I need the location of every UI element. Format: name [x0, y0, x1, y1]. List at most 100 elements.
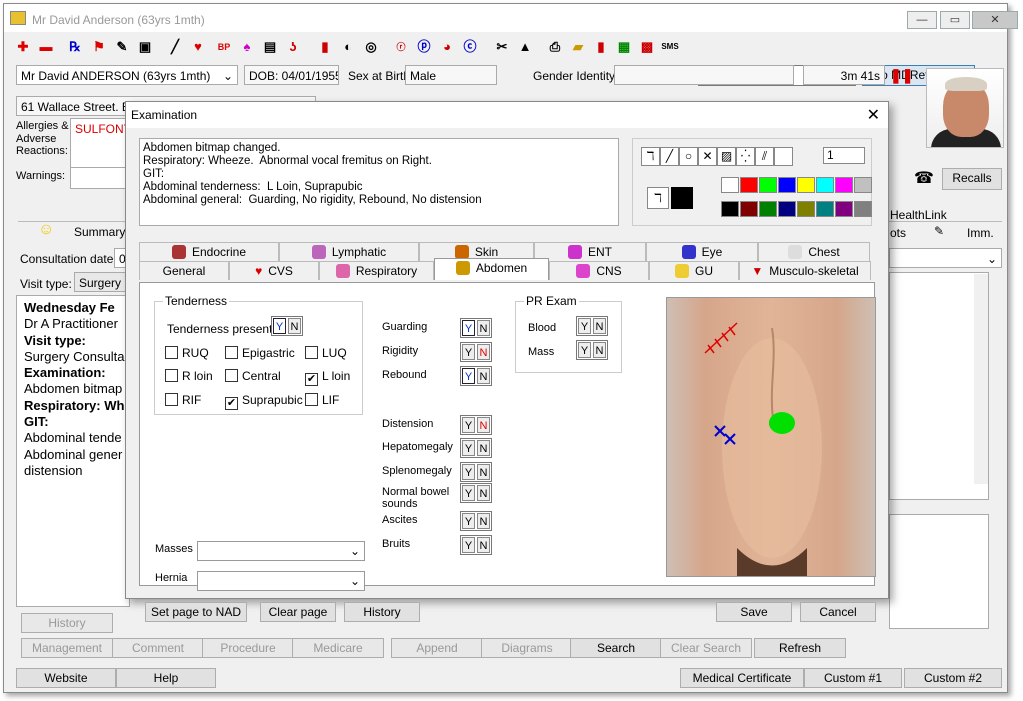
sms-icon[interactable]: SMS: [661, 38, 679, 56]
no-option[interactable]: N: [288, 318, 301, 334]
line-tool-icon[interactable]: ╱: [660, 147, 679, 166]
color-swatch[interactable]: [816, 201, 834, 217]
tenderness-checkbox[interactable]: Epigastric: [225, 346, 295, 360]
color-swatch[interactable]: [797, 201, 815, 217]
clipboard-icon[interactable]: ▤: [261, 38, 279, 56]
tab-cns[interactable]: CNS: [549, 261, 649, 280]
tab-lymphatic[interactable]: Lymphatic: [279, 242, 419, 261]
dialog-history-button[interactable]: History: [344, 602, 420, 622]
color-swatch[interactable]: [835, 201, 853, 217]
remove-icon[interactable]: ▬: [37, 38, 55, 56]
checkbox-box[interactable]: [165, 346, 178, 359]
tab-chest[interactable]: Chest: [758, 242, 870, 261]
yes-option[interactable]: Y: [462, 320, 475, 336]
yes-option[interactable]: Y: [462, 368, 475, 384]
cmi-icon[interactable]: ⓒ: [461, 38, 479, 56]
tab-healthlink[interactable]: HealthLink: [890, 208, 947, 222]
sign-toggle[interactable]: YN: [460, 438, 492, 458]
tab-respiratory[interactable]: Respiratory: [319, 261, 434, 280]
cancel-button[interactable]: Cancel: [800, 602, 876, 622]
tab-imm[interactable]: Imm.: [967, 226, 994, 240]
bp-icon[interactable]: BP: [215, 38, 233, 56]
no-option[interactable]: N: [593, 342, 606, 358]
tenderness-checkbox[interactable]: RIF: [165, 393, 201, 407]
pi-icon[interactable]: ⓟ: [415, 38, 433, 56]
tab-pts[interactable]: ots: [890, 226, 906, 240]
runner-icon[interactable]: ⚑: [90, 38, 108, 56]
yes-option[interactable]: Y: [273, 318, 286, 334]
color-swatch[interactable]: [721, 201, 739, 217]
hatch-tool-icon[interactable]: ▨: [717, 147, 736, 166]
fingerprint-icon[interactable]: ◎: [362, 38, 380, 56]
book-icon[interactable]: ▣: [136, 38, 154, 56]
recalls-button[interactable]: Recalls: [942, 168, 1002, 190]
prescription-icon[interactable]: ℞: [66, 38, 84, 56]
pause-icon[interactable]: ❚❚: [890, 67, 913, 83]
checkbox-box[interactable]: ✔: [305, 373, 318, 386]
freehand-tool-icon[interactable]: ℸ: [641, 147, 660, 166]
tab-general[interactable]: General: [139, 261, 229, 280]
checkbox-box[interactable]: ✔: [225, 397, 238, 410]
right-select[interactable]: ⌄: [889, 248, 1002, 268]
no-option[interactable]: N: [477, 513, 490, 529]
management-button[interactable]: Management: [21, 638, 113, 658]
chart-icon[interactable]: ▦: [615, 38, 633, 56]
search-button[interactable]: Search: [570, 638, 662, 658]
injection-icon[interactable]: ╱: [166, 38, 184, 56]
no-option[interactable]: N: [477, 417, 490, 433]
checkbox-box[interactable]: [225, 369, 238, 382]
tab-abdomen[interactable]: Abdomen: [434, 258, 549, 280]
eraser-tool-icon[interactable]: [774, 147, 793, 166]
history-button[interactable]: History: [21, 613, 113, 633]
yes-option[interactable]: Y: [462, 537, 475, 553]
sign-toggle[interactable]: YN: [460, 366, 492, 386]
form-icon[interactable]: ✎: [113, 38, 131, 56]
medical-certificate-button[interactable]: Medical Certificate: [680, 668, 804, 688]
yes-option[interactable]: Y: [462, 440, 475, 456]
circle-tool-icon[interactable]: ○: [679, 147, 698, 166]
no-option[interactable]: N: [593, 318, 606, 334]
sign-toggle[interactable]: YN: [460, 318, 492, 338]
set-page-nad-button[interactable]: Set page to NAD: [145, 602, 247, 622]
folder-icon[interactable]: ▰: [569, 38, 587, 56]
tab-gu[interactable]: GU: [649, 261, 739, 280]
color-swatch[interactable]: [854, 177, 872, 193]
pr-blood-toggle[interactable]: YN: [576, 316, 608, 336]
add-icon[interactable]: ✚: [14, 38, 32, 56]
no-option[interactable]: N: [477, 344, 490, 360]
thermometer-icon[interactable]: ▮: [316, 38, 334, 56]
cross-tool-icon[interactable]: ✕: [698, 147, 717, 166]
tenderness-checkbox[interactable]: Central: [225, 369, 281, 383]
checkbox-box[interactable]: [305, 346, 318, 359]
phone-icon[interactable]: ☎: [914, 168, 934, 188]
tab-cvs[interactable]: ♥ CVS: [229, 261, 319, 280]
tenderness-checkbox[interactable]: R loin: [165, 369, 213, 383]
pr-mass-toggle[interactable]: YN: [576, 340, 608, 360]
media-icon[interactable]: ◕: [438, 38, 456, 56]
stipple-tool-icon[interactable]: ⁛: [736, 147, 755, 166]
scissors-icon[interactable]: ✂: [493, 38, 511, 56]
procedure-button[interactable]: Procedure: [202, 638, 294, 658]
color-swatch[interactable]: [740, 201, 758, 217]
sign-toggle[interactable]: YN: [460, 511, 492, 531]
checkbox-box[interactable]: [165, 369, 178, 382]
no-option[interactable]: N: [477, 440, 490, 456]
tenderness-checkbox[interactable]: ✔ Suprapubic: [225, 393, 303, 410]
tab-endocrine[interactable]: Endocrine: [139, 242, 279, 261]
tenderness-checkbox[interactable]: LUQ: [305, 346, 347, 360]
medicare-button[interactable]: Medicare: [292, 638, 384, 658]
tenderness-checkbox[interactable]: ✔ L loin: [305, 369, 350, 386]
refresh-button[interactable]: Refresh: [754, 638, 846, 658]
print-icon[interactable]: ⎙: [546, 38, 564, 56]
tab-musculoskeletal[interactable]: ▼ Musculo-skeletal: [739, 261, 871, 280]
color-swatch[interactable]: [778, 201, 796, 217]
checkbox-box[interactable]: [305, 393, 318, 406]
no-option[interactable]: N: [477, 485, 490, 501]
sign-toggle[interactable]: YN: [460, 483, 492, 503]
close-button[interactable]: ✕: [972, 11, 1018, 29]
color-swatch[interactable]: [778, 177, 796, 193]
masses-select[interactable]: ⌄: [197, 541, 365, 561]
lungs-icon[interactable]: ♠: [238, 38, 256, 56]
append-button[interactable]: Append: [391, 638, 483, 658]
yes-option[interactable]: Y: [462, 344, 475, 360]
